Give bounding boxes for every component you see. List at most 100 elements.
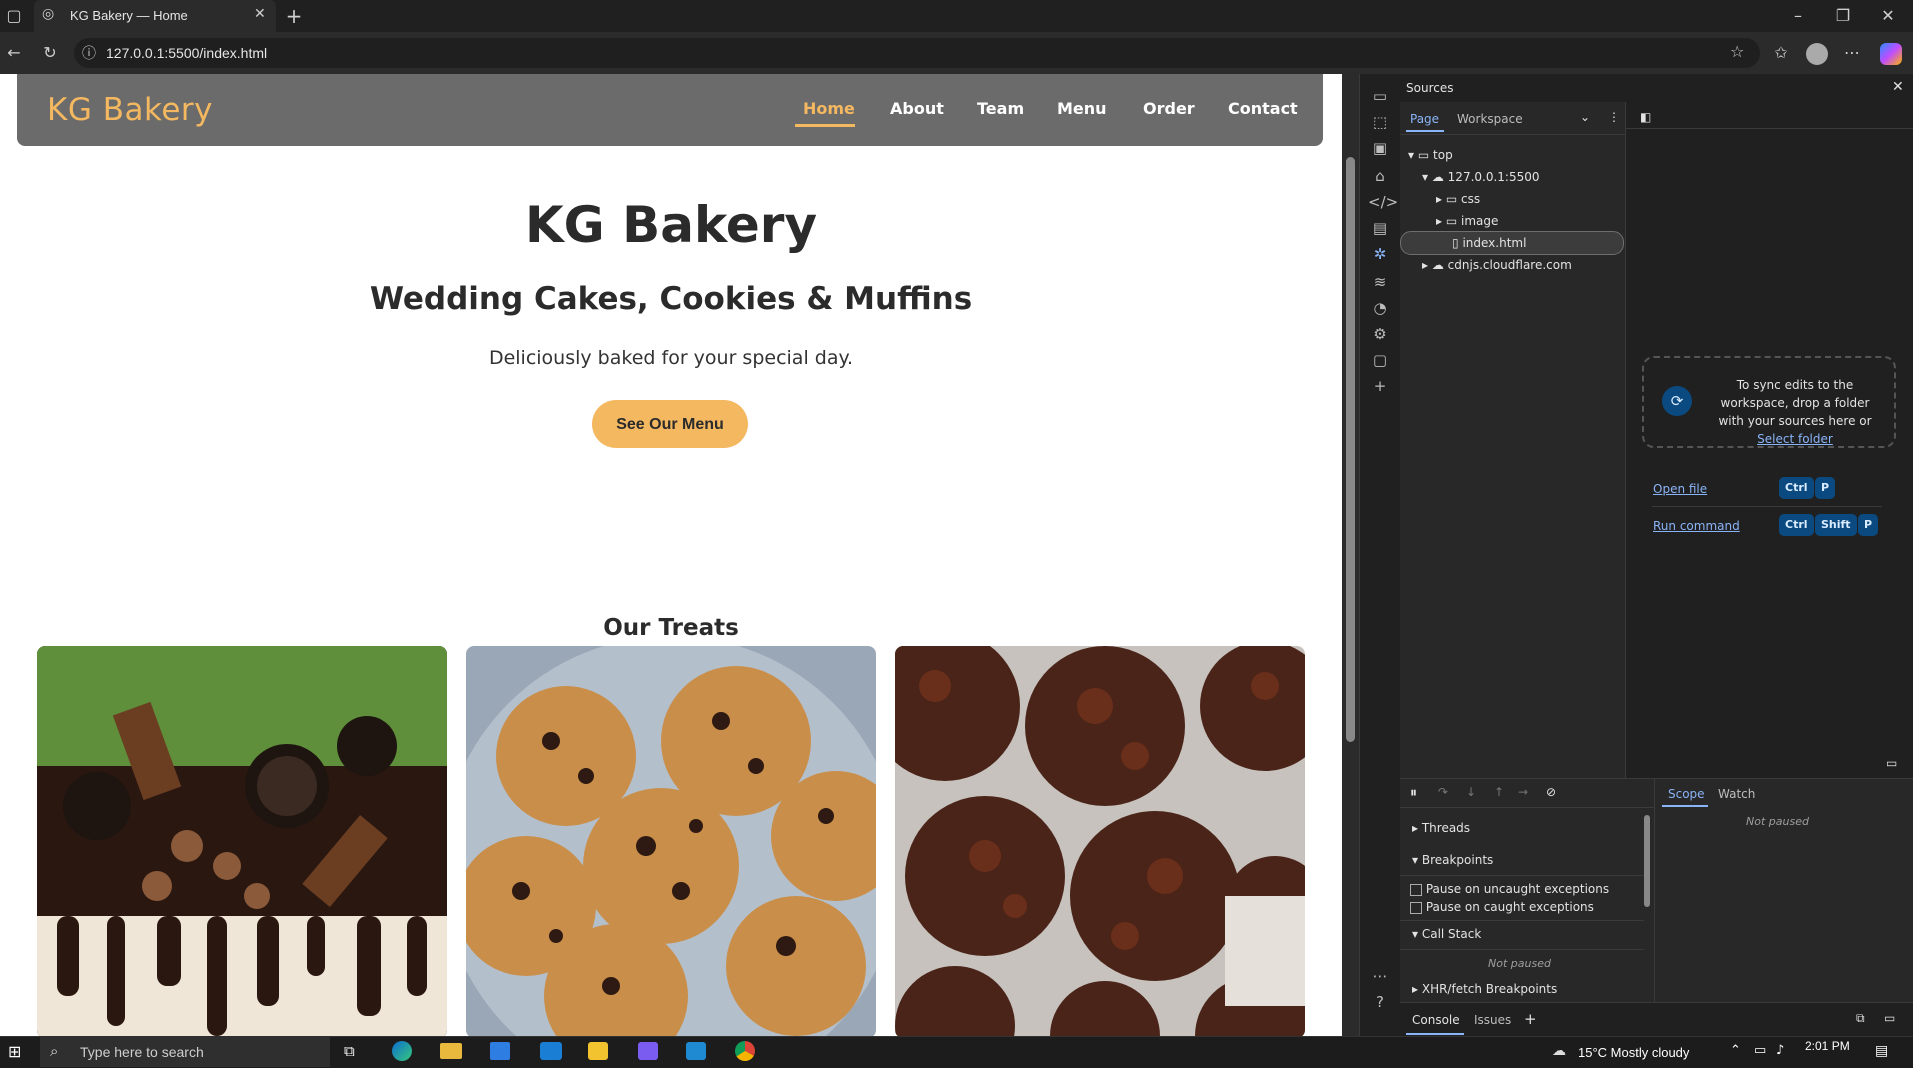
favorites-icon[interactable]: ✩ (1769, 41, 1793, 65)
kbd-ctrl: Ctrl (1779, 477, 1814, 499)
threads-section[interactable]: ▸ Threads (1412, 821, 1470, 835)
see-menu-button[interactable]: See Our Menu (592, 400, 748, 448)
performance-icon[interactable]: ◔ (1368, 296, 1392, 320)
help-icon[interactable]: ? (1368, 990, 1392, 1014)
step-over-icon[interactable]: ↷ (1438, 785, 1448, 799)
dock-bottom-icon[interactable]: ▭ (1886, 756, 1897, 770)
close-drawer-icon[interactable]: ▭ (1884, 1011, 1895, 1025)
pause-icon[interactable]: ⏸ (1410, 785, 1417, 801)
edge-app-icon[interactable] (392, 1041, 412, 1061)
tab-workspace[interactable]: Workspace (1457, 112, 1523, 126)
profile-avatar[interactable] (1806, 43, 1828, 65)
clock[interactable]: 2:01 PM (1805, 1039, 1850, 1053)
breakpoints-section[interactable]: ▾ Breakpoints (1412, 853, 1493, 867)
tab-watch[interactable]: Watch (1718, 787, 1755, 801)
minimize-icon[interactable]: – (1786, 4, 1810, 28)
step-out-icon[interactable]: ↑ (1494, 785, 1504, 799)
tree-item-origin[interactable]: ▾ ☁ 127.0.0.1:5500 (1422, 166, 1540, 188)
select-folder-link[interactable]: Select folder (1757, 432, 1833, 446)
call-stack-section[interactable]: ▾ Call Stack (1412, 927, 1481, 941)
debug-scrollbar-thumb[interactable] (1644, 815, 1650, 907)
notifications-icon[interactable]: ▤ (1875, 1043, 1888, 1059)
device-emulation-icon[interactable]: ▭ (1368, 84, 1392, 108)
workspace-drop-zone[interactable]: ⟳ To sync edits to the workspace, drop a… (1642, 356, 1896, 448)
tab-page[interactable]: Page (1410, 112, 1439, 126)
tab-actions-icon[interactable]: ▢ (2, 4, 26, 28)
open-file-link[interactable]: Open file (1653, 482, 1707, 496)
windows-start-icon[interactable]: ⊞ (8, 1042, 21, 1061)
favorite-star-icon[interactable]: ☆ (1730, 42, 1744, 61)
close-tab-icon[interactable]: ✕ (254, 6, 266, 22)
store-icon[interactable] (490, 1042, 510, 1060)
more-tools-icon[interactable]: + (1368, 374, 1392, 398)
dev-app-icon[interactable] (638, 1042, 658, 1060)
tree-item-image[interactable]: ▸ ▭ image (1436, 210, 1498, 232)
info-icon[interactable]: ⓘ (82, 43, 96, 63)
browser-tab[interactable]: ◎ KG Bakery — Home ✕ (34, 0, 276, 32)
application-icon[interactable]: ▢ (1368, 348, 1392, 372)
weather-text[interactable]: 15°C Mostly cloudy (1578, 1045, 1689, 1060)
tree-item-top[interactable]: ▾ ▭ top (1408, 144, 1453, 166)
new-tab-icon[interactable]: + (282, 4, 306, 28)
page-scrollbar-thumb[interactable] (1346, 157, 1355, 742)
deactivate-breakpoints-icon[interactable]: ⊘ (1546, 785, 1556, 799)
copilot-icon[interactable] (1880, 43, 1902, 65)
address-bar[interactable]: ⓘ 127.0.0.1:5500/index.html ☆ (74, 38, 1760, 68)
pause-uncaught-option[interactable]: Pause on uncaught exceptions (1410, 882, 1609, 896)
cake-image (37, 646, 447, 1036)
step-into-icon[interactable]: ↓ (1466, 785, 1476, 799)
nav-about[interactable]: About (890, 99, 944, 118)
muffins-image (895, 646, 1305, 1036)
run-command-link[interactable]: Run command (1653, 519, 1740, 533)
network-icon[interactable]: ≋ (1368, 270, 1392, 294)
checkbox-icon[interactable] (1410, 901, 1422, 914)
tree-item-index-html[interactable]: ▯ index.html (1452, 232, 1526, 254)
more-options-icon[interactable]: ⋯ (1368, 964, 1392, 988)
vscode-icon[interactable] (686, 1042, 706, 1060)
mail-icon[interactable] (540, 1042, 562, 1060)
tray-chevron-icon[interactable]: ⌃ (1730, 1043, 1741, 1058)
tab-issues[interactable]: Issues (1474, 1013, 1511, 1027)
pause-caught-option[interactable]: Pause on caught exceptions (1410, 900, 1594, 914)
sticky-app-icon[interactable] (588, 1042, 608, 1060)
dock-icon[interactable]: ▣ (1368, 136, 1392, 160)
more-menu-icon[interactable]: ⋯ (1840, 41, 1864, 65)
console-icon[interactable]: ▤ (1368, 216, 1392, 240)
nav-contact[interactable]: Contact (1228, 99, 1298, 118)
nav-order[interactable]: Order (1143, 99, 1195, 118)
tab-scope[interactable]: Scope (1668, 787, 1705, 801)
xhr-breakpoints-section[interactable]: ▸ XHR/fetch Breakpoints (1412, 982, 1557, 996)
refresh-icon[interactable]: ↻ (38, 41, 62, 65)
nav-home[interactable]: Home (803, 99, 855, 118)
close-devtools-icon[interactable]: ✕ (1892, 79, 1904, 95)
chevron-down-icon[interactable]: ⌄ (1580, 110, 1590, 124)
back-icon[interactable]: ← (2, 41, 26, 65)
toggle-navigator-icon[interactable]: ◧ (1640, 110, 1651, 124)
volume-icon[interactable]: ♪ (1776, 1043, 1784, 1058)
cookies-image (466, 646, 876, 1036)
checkbox-icon[interactable] (1410, 883, 1422, 896)
kebab-menu-icon[interactable]: ⋮ (1608, 110, 1620, 124)
taskbar-search[interactable]: ⌕ Type here to search (40, 1036, 330, 1067)
settings-gear-icon[interactable]: ⚙ (1368, 322, 1392, 346)
undock-drawer-icon[interactable]: ⧉ (1856, 1011, 1865, 1026)
sources-bug-icon[interactable]: ✲ (1368, 242, 1392, 266)
close-window-icon[interactable]: ✕ (1876, 4, 1900, 28)
inspect-icon[interactable]: ⬚ (1368, 110, 1392, 134)
welcome-icon[interactable]: ⌂ (1368, 164, 1392, 188)
tab-console[interactable]: Console (1412, 1013, 1460, 1027)
file-explorer-icon[interactable] (440, 1043, 462, 1059)
restore-icon[interactable]: ❐ (1831, 4, 1855, 28)
chrome-icon[interactable] (735, 1041, 755, 1061)
network-tray-icon[interactable]: ▭ (1754, 1043, 1766, 1058)
nav-menu[interactable]: Menu (1057, 99, 1107, 118)
site-brand[interactable]: KG Bakery (47, 92, 213, 128)
tree-item-css[interactable]: ▸ ▭ css (1436, 188, 1480, 210)
add-drawer-tab-icon[interactable]: + (1524, 1010, 1537, 1028)
task-view-icon[interactable]: ⧉ (344, 1042, 355, 1060)
tree-item-cdn[interactable]: ▸ ☁ cdnjs.cloudflare.com (1422, 254, 1572, 276)
elements-icon[interactable]: </> (1368, 190, 1398, 214)
nav-team[interactable]: Team (977, 99, 1024, 118)
step-icon[interactable]: → (1518, 785, 1528, 799)
search-placeholder: Type here to search (80, 1044, 204, 1060)
